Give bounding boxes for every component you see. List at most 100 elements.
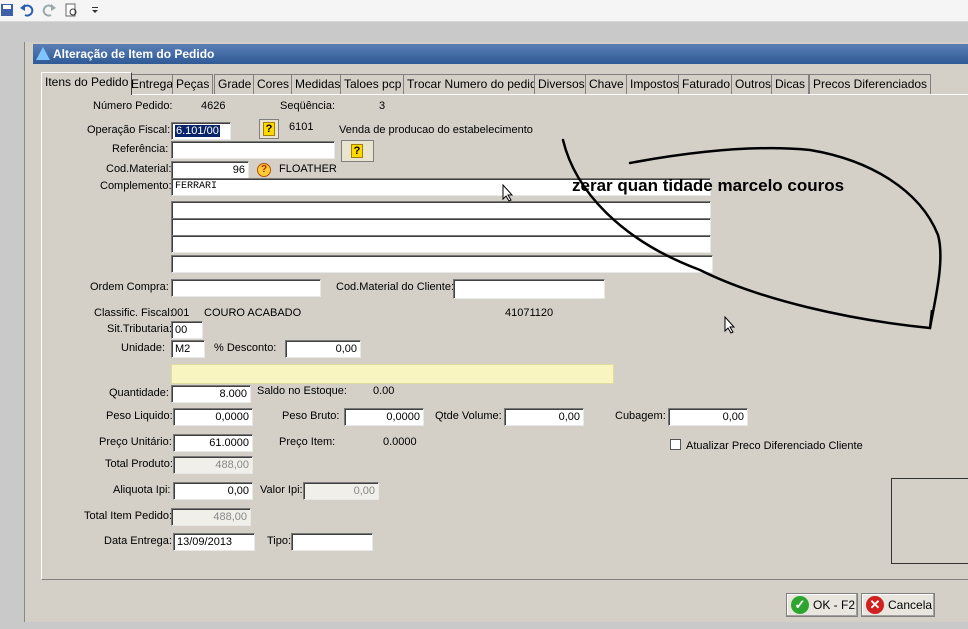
handwritten-note: zerar quan tidade marcelo couros — [572, 176, 845, 195]
peso-liquido-label: Peso Liquido: — [106, 410, 173, 422]
complemento-label: Complemento: — [100, 180, 172, 192]
tab-dicas[interactable]: Dicas — [771, 74, 810, 94]
tab-chave[interactable]: Chave — [585, 74, 628, 94]
tab-cores[interactable]: Cores — [253, 74, 294, 94]
operacao-fiscal-label: Operação Fiscal: — [87, 124, 171, 136]
tab-entrega[interactable]: Entrega — [127, 74, 178, 94]
tab-outros[interactable]: Outros — [731, 74, 776, 94]
window-titlebar[interactable]: Alteração de Item do Pedido — [33, 44, 968, 64]
valor-ipi-label: Valor Ipi: — [260, 484, 303, 496]
operacao-fiscal-input[interactable]: 6.101/00 — [171, 122, 231, 140]
help-icon: ? — [263, 122, 275, 136]
tab-grade[interactable]: Grade — [214, 74, 256, 94]
save-icon[interactable] — [0, 3, 14, 17]
redo-icon[interactable] — [42, 3, 56, 17]
cancel-button[interactable]: ✕ Cancela — [861, 593, 935, 617]
preco-item-label: Preço Item: — [279, 436, 336, 448]
material-info-icon[interactable]: ? — [257, 163, 271, 177]
quantidade-label: Quantidade: — [109, 387, 169, 399]
text-cursor-icon — [502, 184, 514, 202]
customize-toolbar-icon[interactable] — [88, 3, 102, 17]
peso-bruto-input[interactable]: 0,0000 — [344, 408, 424, 426]
close-icon: ✕ — [866, 596, 884, 614]
desconto-label: % Desconto: — [214, 342, 277, 354]
atualizar-preco-label[interactable]: Atualizar Preco Diferenciado Cliente — [686, 440, 863, 452]
item-edit-window: Alteração de Item do Pedido Itens do Ped… — [24, 42, 968, 622]
ncm-value: 41071120 — [505, 307, 554, 319]
qtde-volume-input[interactable]: 0,00 — [504, 408, 584, 426]
cubagem-input[interactable]: 0,00 — [668, 408, 748, 426]
cod-material-input[interactable]: 96 — [171, 161, 249, 179]
numero-pedido-label: Número Pedido: — [93, 100, 173, 112]
peso-liquido-input[interactable]: 0,0000 — [173, 408, 253, 426]
valor-ipi-value: 0,00 — [303, 482, 379, 500]
image-preview-box — [891, 478, 968, 564]
sequencia-label: Seqüência: — [280, 100, 336, 112]
quantidade-input[interactable]: 8.000 — [171, 385, 251, 403]
classific-fiscal-codigo: 001 — [171, 307, 190, 319]
data-entrega-label: Data Entrega: — [104, 535, 172, 547]
classific-fiscal-descricao: COURO ACABADO — [204, 307, 302, 319]
tab-precos-diferenciados[interactable]: Precos Diferenciados — [809, 74, 932, 94]
total-item-pedido-label: Total Item Pedido: — [84, 510, 173, 522]
cubagem-label: Cubagem: — [615, 410, 666, 422]
numero-pedido-value: 4626 — [201, 100, 226, 112]
cod-material-label: Cod.Material: — [106, 163, 172, 175]
preco-unitario-label: Preço Unitário: — [99, 436, 172, 448]
info-bar — [171, 364, 614, 384]
mouse-pointer-icon — [724, 316, 736, 334]
tab-taloes-pcp[interactable]: Taloes pcp — [340, 74, 406, 94]
desconto-input[interactable]: 0,00 — [285, 340, 361, 358]
operacao-descricao: Venda de producao do estabelecimento — [339, 124, 533, 136]
total-item-pedido-value: 488,00 — [171, 508, 251, 526]
check-icon: ✓ — [791, 596, 809, 614]
saldo-estoque-label: Saldo no Estoque: — [257, 385, 347, 397]
tab-trocar-numero-pedido[interactable]: Trocar Numero do pedido — [403, 74, 548, 94]
complemento-line-3[interactable] — [171, 218, 711, 236]
sequencia-value: 3 — [379, 100, 386, 112]
operacao-codigo: 6101 — [289, 121, 314, 133]
tab-impostos[interactable]: Impostos — [626, 74, 683, 94]
app-logo-icon — [36, 47, 50, 60]
print-preview-icon[interactable] — [64, 3, 78, 17]
peso-bruto-label: Peso Bruto: — [282, 410, 340, 422]
atualizar-preco-checkbox[interactable] — [670, 439, 681, 450]
referencia-label: Referência: — [112, 143, 169, 155]
ordem-compra-label: Ordem Compra: — [90, 281, 169, 293]
total-produto-value: 488,00 — [173, 456, 253, 474]
tipo-label: Tipo: — [267, 535, 292, 547]
operacao-fiscal-lookup-button[interactable]: ? — [259, 119, 279, 139]
complemento-line-5[interactable] — [171, 255, 713, 273]
unidade-label: Unidade: — [121, 342, 166, 354]
undo-icon[interactable] — [20, 3, 34, 17]
complemento-line-4[interactable] — [171, 235, 711, 253]
total-produto-label: Total Produto: — [105, 458, 173, 470]
help-icon: ? — [351, 144, 363, 158]
preco-item-value: 0.0000 — [383, 436, 417, 448]
sit-tributaria-label: Sit.Tributaria: — [107, 323, 173, 335]
classific-fiscal-label: Classific. Fiscal: — [94, 307, 173, 319]
tab-faturado[interactable]: Faturado — [678, 74, 735, 94]
tab-diversos[interactable]: Diversos — [534, 74, 589, 94]
tab-medidas[interactable]: Medidas — [291, 74, 345, 94]
tipo-input[interactable] — [291, 533, 373, 551]
aliquota-ipi-input[interactable]: 0,00 — [173, 482, 253, 500]
material-nome: FLOATHER — [279, 163, 337, 175]
cod-material-cliente-label: Cod.Material do Cliente: — [336, 281, 455, 293]
preco-unitario-input[interactable]: 61.0000 — [173, 434, 253, 452]
aliquota-ipi-label: Aliquota Ipi: — [113, 484, 171, 496]
unidade-input[interactable]: M2 — [171, 340, 205, 358]
complemento-line-2[interactable] — [171, 201, 711, 219]
referencia-input[interactable] — [171, 141, 335, 159]
cod-material-cliente-input[interactable] — [453, 279, 605, 299]
tab-pecas[interactable]: Peças — [172, 74, 214, 94]
sit-tributaria-input[interactable]: 00 — [171, 321, 203, 339]
quick-access-toolbar — [0, 0, 968, 22]
data-entrega-input[interactable]: 13/09/2013 — [173, 533, 255, 551]
ordem-compra-input[interactable] — [171, 279, 321, 297]
qtde-volume-label: Qtde Volume: — [435, 410, 502, 422]
saldo-estoque-value: 0.00 — [373, 385, 395, 397]
ok-button[interactable]: ✓ OK - F2 — [786, 593, 858, 617]
tab-itens-do-pedido[interactable]: Itens do Pedido — [41, 72, 133, 95]
referencia-lookup-button[interactable]: ? — [341, 140, 374, 162]
